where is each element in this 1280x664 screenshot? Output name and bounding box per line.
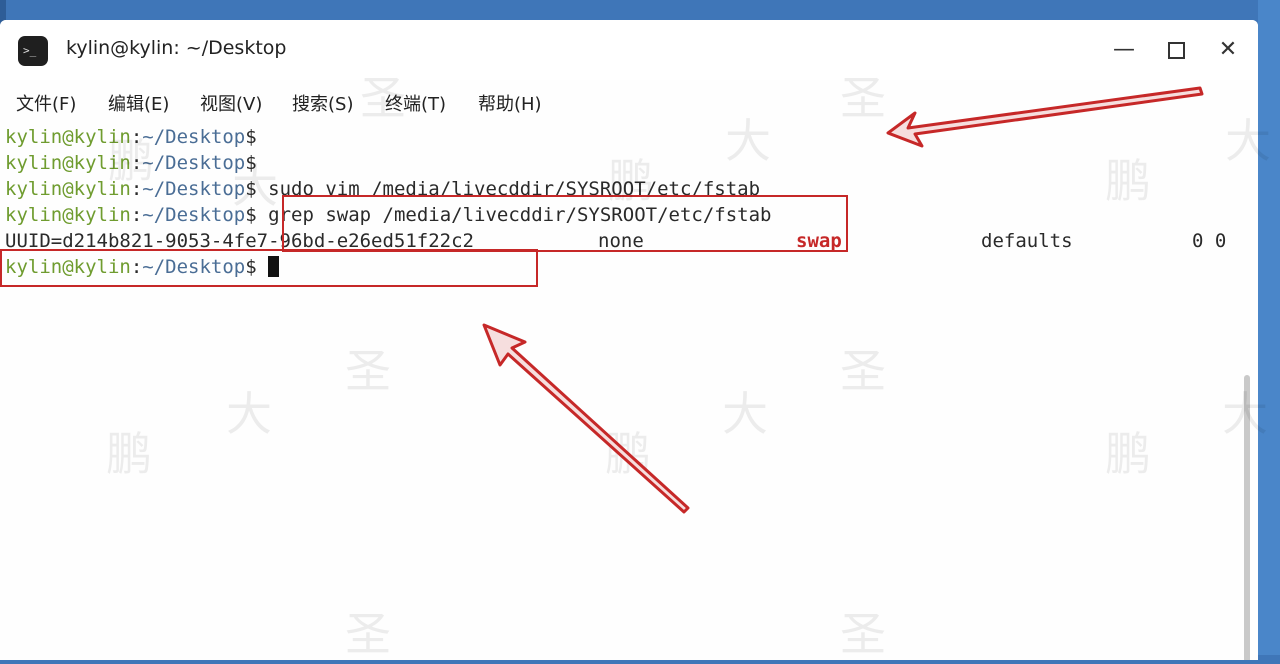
terminal-line: kylin@kylin:~/Desktop$ [5, 254, 280, 280]
maximize-icon [1167, 41, 1185, 59]
maximize-button[interactable] [1160, 34, 1192, 66]
fstab-mount: none [598, 230, 644, 252]
desktop-background-right [1258, 0, 1280, 655]
prompt-separator: : [130, 204, 143, 226]
prompt-separator: : [130, 256, 143, 278]
fstab-entry-line: UUID=d214b821-9053-4fe7-96bd-e26ed51f22c… [0, 228, 1258, 254]
menu-search[interactable]: 搜索(S) [292, 90, 353, 116]
prompt-user: kylin@kylin [5, 204, 131, 226]
command-text: sudo vim /media/livecddir/SYSROOT/etc/fs… [256, 178, 761, 200]
prompt-user: kylin@kylin [5, 126, 131, 148]
prompt-dollar: $ [245, 178, 257, 200]
terminal-window: >_ kylin@kylin: ~/Desktop — ✕ 文件(F) 编辑(E… [0, 20, 1258, 660]
prompt-separator: : [130, 178, 143, 200]
scrollbar[interactable] [1244, 375, 1250, 660]
command-text: grep swap /media/livecddir/SYSROOT/etc/f… [256, 204, 772, 226]
menu-file[interactable]: 文件(F) [16, 90, 76, 116]
title-bar[interactable]: >_ kylin@kylin: ~/Desktop — ✕ [0, 20, 1258, 80]
prompt-path: ~/Desktop [142, 152, 246, 174]
menu-edit[interactable]: 编辑(E) [108, 90, 169, 116]
menu-view[interactable]: 视图(V) [200, 90, 262, 116]
terminal-line: kylin@kylin:~/Desktop$ [5, 150, 257, 176]
terminal-icon: >_ [18, 36, 48, 66]
prompt-path: ~/Desktop [142, 204, 246, 226]
menu-help[interactable]: 帮助(H) [478, 90, 542, 116]
prompt-separator: : [130, 126, 143, 148]
prompt-dollar: $ [245, 152, 257, 174]
prompt-dollar: $ [245, 256, 257, 278]
prompt-path: ~/Desktop [142, 178, 246, 200]
prompt-dollar: $ [245, 204, 257, 226]
prompt-path: ~/Desktop [142, 126, 246, 148]
menu-bar: 文件(F) 编辑(E) 视图(V) 搜索(S) 终端(T) 帮助(H) [0, 86, 1258, 120]
menu-terminal[interactable]: 终端(T) [385, 90, 446, 116]
prompt-user: kylin@kylin [5, 152, 131, 174]
prompt-user: kylin@kylin [5, 256, 131, 278]
fstab-device: UUID=d214b821-9053-4fe7-96bd-e26ed51f22c… [5, 230, 474, 252]
prompt-separator: : [130, 152, 143, 174]
terminal-line: kylin@kylin:~/Desktop$ grep swap /media/… [5, 202, 771, 228]
terminal-line: kylin@kylin:~/Desktop$ sudo vim /media/l… [5, 176, 760, 202]
minimize-button[interactable]: — [1108, 34, 1140, 66]
command-text [257, 256, 268, 278]
fstab-options: defaults [981, 230, 1073, 252]
close-button[interactable]: ✕ [1212, 34, 1244, 66]
terminal-cursor [268, 256, 280, 277]
prompt-dollar: $ [245, 126, 257, 148]
prompt-user: kylin@kylin [5, 178, 131, 200]
fstab-type: swap [796, 230, 842, 252]
terminal-line: kylin@kylin:~/Desktop$ [5, 124, 257, 150]
terminal-output[interactable]: kylin@kylin:~/Desktop$ kylin@kylin:~/Des… [0, 124, 1258, 660]
prompt-path: ~/Desktop [142, 256, 246, 278]
fstab-dump-pass: 0 0 [1192, 230, 1227, 252]
window-title: kylin@kylin: ~/Desktop [66, 37, 287, 59]
